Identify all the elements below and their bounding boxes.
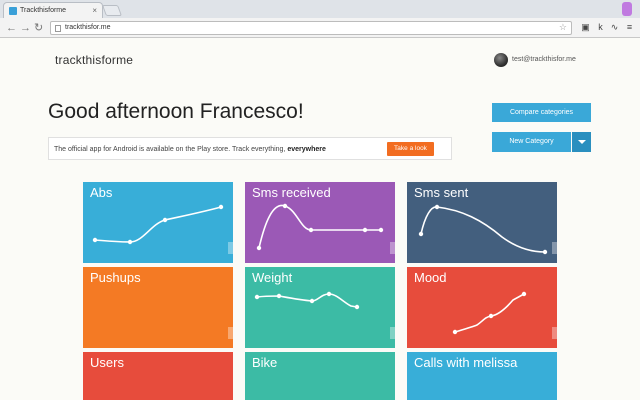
category-tile-weight[interactable]: Weight: [245, 267, 395, 348]
back-icon[interactable]: ←: [6, 21, 17, 35]
close-tab-icon[interactable]: ×: [92, 6, 97, 15]
tile-label: Calls with melissa: [414, 355, 518, 370]
tile-label: Pushups: [90, 270, 141, 285]
address-toolbar: ← → ↻ trackthisfor.me ☆ ▣ k ∿ ≡: [0, 18, 640, 38]
notice-emphasis: everywhere: [287, 146, 326, 153]
category-tile-mood[interactable]: Mood: [407, 267, 557, 348]
bookmark-star-icon[interactable]: ☆: [559, 22, 567, 33]
tile-resize-handle[interactable]: [228, 242, 233, 254]
new-category-button[interactable]: New Category: [492, 132, 571, 152]
take-a-look-button[interactable]: Take a look: [387, 142, 434, 156]
category-tile-sms-sent[interactable]: Sms sent: [407, 182, 557, 263]
tile-label: Bike: [252, 355, 278, 370]
tile-label: Abs: [90, 185, 113, 200]
new-tab-button[interactable]: [101, 5, 123, 16]
tile-label: Users: [90, 355, 124, 370]
tile-resize-handle[interactable]: [390, 327, 395, 339]
user-email[interactable]: test@trackthisfor.me: [512, 56, 576, 63]
category-tile-users[interactable]: Users: [83, 352, 233, 400]
compare-categories-button[interactable]: Compare categories: [492, 103, 591, 122]
favicon-icon: [9, 7, 17, 15]
forward-icon[interactable]: →: [20, 21, 31, 35]
tile-resize-handle[interactable]: [552, 327, 557, 339]
tile-resize-handle[interactable]: [390, 242, 395, 254]
menu-icon[interactable]: ≡: [624, 22, 635, 33]
extension-mail-icon[interactable]: ▣: [580, 22, 591, 33]
address-bar[interactable]: trackthisfor.me ☆: [50, 21, 572, 35]
extension-k-icon[interactable]: k: [595, 22, 606, 33]
tab-title: Trackthisforme: [20, 7, 67, 14]
page-icon: [55, 25, 61, 32]
new-category-dropdown-toggle[interactable]: [572, 132, 591, 152]
tile-label: Mood: [414, 270, 447, 285]
category-tile-calls-with-melissa[interactable]: Calls with melissa: [407, 352, 557, 400]
tile-label: Sms sent: [414, 185, 469, 200]
url-text: trackthisfor.me: [65, 24, 111, 31]
browser-tab[interactable]: Trackthisforme ×: [3, 2, 103, 18]
tile-label: Sms received: [252, 185, 331, 200]
browser-tab-strip: Trackthisforme ×: [0, 0, 640, 18]
android-app-notice: The official app for Android is availabl…: [48, 137, 452, 160]
category-tile-bike[interactable]: Bike: [245, 352, 395, 400]
page-title: Good afternoon Francesco!: [48, 100, 304, 123]
category-tile-sms-received[interactable]: Sms received: [245, 182, 395, 263]
tile-resize-handle[interactable]: [552, 242, 557, 254]
reload-icon[interactable]: ↻: [34, 21, 43, 35]
notice-text: The official app for Android is availabl…: [54, 146, 288, 153]
brand-logo[interactable]: trackthisforme: [55, 53, 133, 67]
avatar[interactable]: [494, 53, 508, 67]
profile-icon[interactable]: [622, 2, 632, 16]
tile-label: Weight: [252, 270, 293, 285]
category-tile-abs[interactable]: Abs: [83, 182, 233, 263]
category-tile-pushups[interactable]: Pushups: [83, 267, 233, 348]
tile-resize-handle[interactable]: [228, 327, 233, 339]
extension-chart-icon[interactable]: ∿: [609, 22, 620, 33]
